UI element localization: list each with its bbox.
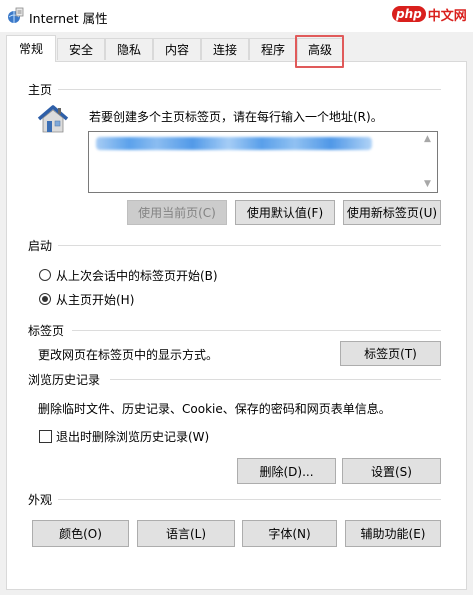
fonts-button[interactable]: 字体(N)	[242, 520, 337, 547]
home-hint: 若要创建多个主页标签页，请在每行输入一个地址(R)。	[89, 110, 383, 124]
startup-divider	[58, 245, 441, 246]
history-section-label: 浏览历史记录	[28, 373, 101, 387]
startup-home-radio[interactable]	[39, 293, 51, 305]
tab-advanced[interactable]: 高级	[297, 38, 343, 60]
startup-section-label: 启动	[28, 239, 53, 253]
tab-content[interactable]: 内容	[153, 38, 201, 60]
tabs-divider	[72, 330, 441, 331]
tab-general[interactable]: 常规	[6, 35, 56, 62]
languages-button[interactable]: 语言(L)	[137, 520, 235, 547]
tab-programs[interactable]: 程序	[249, 38, 297, 60]
appearance-divider	[58, 499, 441, 500]
window-title: Internet 属性	[29, 11, 108, 26]
scroll-down-icon[interactable]: ▼	[424, 179, 431, 189]
appearance-section-label: 外观	[28, 493, 53, 507]
delete-history-button[interactable]: 删除(D)...	[237, 458, 336, 484]
watermark-badge: php	[392, 6, 426, 22]
tab-privacy[interactable]: 隐私	[105, 38, 153, 60]
tabs-settings-button[interactable]: 标签页(T)	[340, 341, 441, 366]
tab-security[interactable]: 安全	[57, 38, 105, 60]
startup-home-label: 从主页开始(H)	[56, 293, 135, 307]
watermark-logo: php 中文网	[392, 4, 467, 24]
home-page-url-redacted	[96, 137, 372, 150]
scroll-up-icon[interactable]: ▲	[424, 134, 431, 144]
tabs-description: 更改网页在标签页中的显示方式。	[38, 348, 219, 362]
home-divider	[58, 89, 441, 90]
startup-last-session-label: 从上次会话中的标签页开始(B)	[56, 269, 218, 283]
startup-last-session-radio[interactable]	[39, 269, 51, 281]
colors-button[interactable]: 颜色(O)	[32, 520, 129, 547]
history-description: 删除临时文件、历史记录、Cookie、保存的密码和网页表单信息。	[38, 402, 391, 416]
use-new-tab-button[interactable]: 使用新标签页(U)	[343, 200, 441, 225]
delete-on-exit-label: 退出时删除浏览历史记录(W)	[56, 430, 210, 444]
history-divider	[110, 379, 441, 380]
history-settings-button[interactable]: 设置(S)	[342, 458, 441, 484]
delete-on-exit-checkbox[interactable]	[39, 430, 52, 443]
home-section-label: 主页	[28, 83, 53, 97]
use-current-button[interactable]: 使用当前页(C)	[127, 200, 227, 225]
tabs-section-label: 标签页	[28, 324, 65, 338]
watermark-text: 中文网	[427, 8, 467, 24]
internet-options-icon	[8, 7, 24, 23]
tab-connections[interactable]: 连接	[201, 38, 249, 60]
use-default-button[interactable]: 使用默认值(F)	[235, 200, 335, 225]
accessibility-button[interactable]: 辅助功能(E)	[345, 520, 441, 547]
home-icon	[37, 105, 69, 133]
